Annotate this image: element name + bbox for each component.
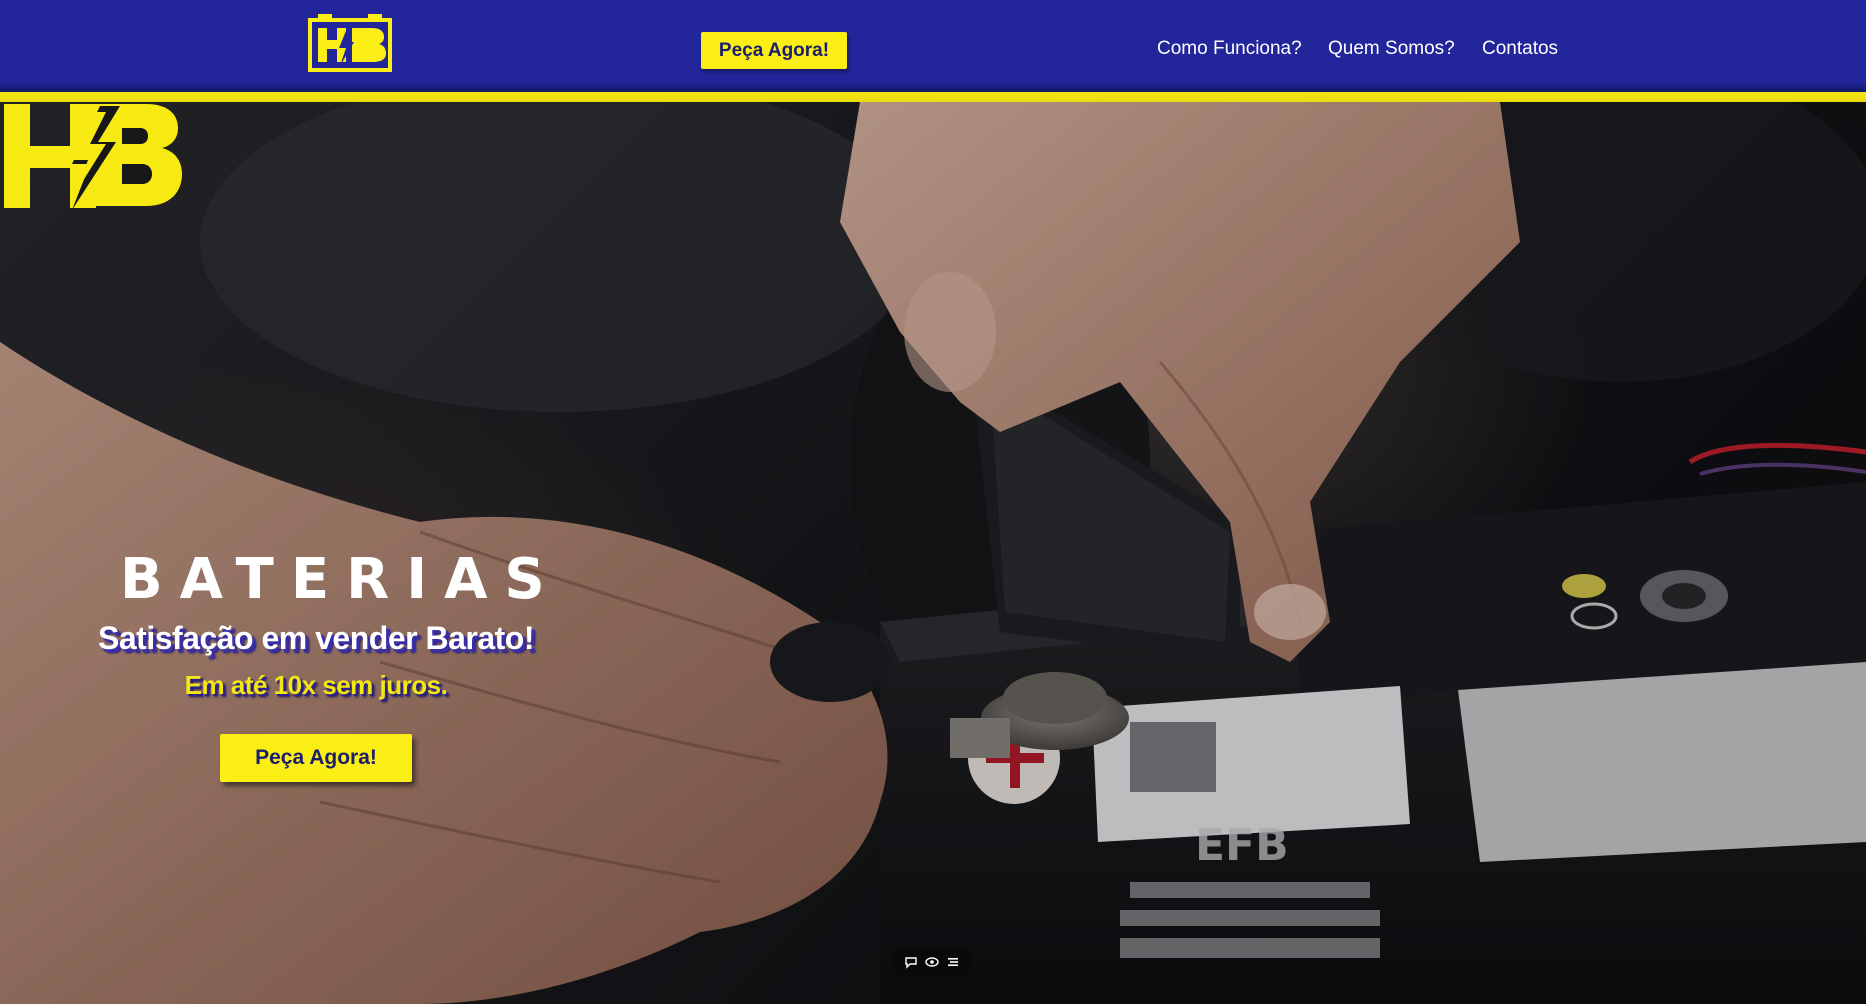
header-shadow	[0, 82, 1866, 92]
comment-icon[interactable]	[903, 954, 919, 970]
nav-how-it-works[interactable]: Como Funciona?	[1157, 38, 1302, 62]
brand-name: BATERIAS	[120, 547, 562, 612]
nav-link-label[interactable]: Como Funciona?	[1157, 38, 1302, 59]
header-yellow-stripe	[0, 92, 1866, 102]
nav-link-label[interactable]: Quem Somos?	[1328, 38, 1455, 59]
hero-subtitle: Em até 10x sem juros.	[184, 670, 448, 700]
menu-icon[interactable]	[945, 954, 961, 970]
site-header: Peça Agora! Como Funciona? Quem Somos? C…	[0, 0, 1866, 92]
hero-tagline: Satisfação em vender Barato!	[98, 620, 534, 656]
order-now-hero-button[interactable]: Peça Agora!	[220, 734, 412, 782]
hb-brand-logo	[4, 104, 182, 210]
floating-toolbar	[892, 946, 972, 977]
nav-contacts[interactable]: Contatos	[1482, 38, 1558, 62]
nav-link-label[interactable]: Contatos	[1482, 38, 1558, 59]
hero-section: EFB BATERIAS Satisfação em vender Barato…	[0, 102, 1866, 1004]
hb-logo-icon[interactable]	[308, 14, 392, 72]
order-now-header-button[interactable]: Peça Agora!	[701, 32, 847, 69]
eye-icon[interactable]	[924, 954, 940, 970]
nav-about-us[interactable]: Quem Somos?	[1328, 38, 1455, 62]
